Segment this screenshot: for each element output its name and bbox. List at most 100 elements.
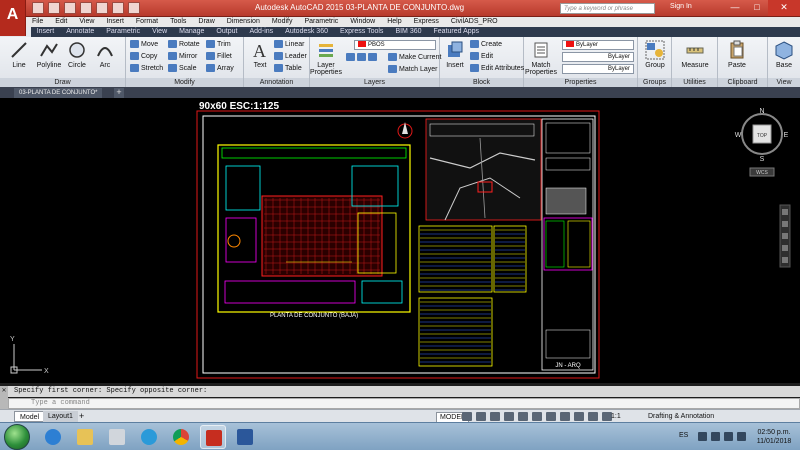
fillet-button[interactable]: Fillet [206, 52, 232, 62]
layer-tools-icons[interactable] [346, 53, 379, 63]
action-center-icon[interactable] [737, 432, 746, 441]
navigation-bar[interactable] [779, 204, 791, 268]
pan-icon[interactable] [782, 221, 788, 227]
minimize-button[interactable]: — [724, 0, 746, 16]
workspace-switcher[interactable]: Drafting & Annotation [648, 412, 714, 421]
language-indicator[interactable]: ES [679, 432, 688, 439]
grid-toggle-icon[interactable] [462, 412, 472, 421]
command-line-close-button[interactable]: ✕ [0, 386, 8, 409]
create-block-button[interactable]: Create [470, 40, 502, 50]
base-view-button[interactable]: Base [769, 40, 799, 69]
rotate-button[interactable]: Rotate [168, 40, 200, 50]
save-as-icon[interactable] [80, 2, 92, 14]
edit-block-button[interactable]: Edit [470, 52, 493, 62]
tab-layout1[interactable]: Layout1 [43, 411, 78, 422]
taskbar-autocad[interactable] [200, 425, 226, 449]
selection-cycling-icon[interactable] [574, 412, 584, 421]
array-button[interactable]: Array [206, 64, 234, 74]
application-menu-button[interactable]: A [0, 0, 26, 36]
network-icon[interactable] [711, 432, 720, 441]
sign-in-button[interactable]: Sign In [670, 3, 692, 10]
lineweight-toggle-icon[interactable] [546, 412, 556, 421]
tab-insert[interactable]: Insert [31, 27, 61, 37]
zoom-extents-icon[interactable] [782, 233, 788, 239]
menu-file[interactable]: File [26, 17, 49, 27]
taskbar-file-explorer[interactable] [72, 425, 98, 449]
match-layer-button[interactable]: Match Layer [388, 65, 438, 75]
menu-civilads[interactable]: CivilADS_PRO [445, 17, 504, 27]
linetype-dropdown[interactable]: ByLayer [562, 52, 634, 62]
tab-output[interactable]: Output [210, 27, 243, 37]
line-button[interactable]: Line [4, 40, 34, 69]
stretch-button[interactable]: Stretch [130, 64, 163, 74]
annotation-scale-dropdown[interactable]: 1:1 [611, 412, 621, 421]
start-button[interactable] [4, 424, 30, 450]
close-button[interactable]: ✕ [768, 0, 800, 16]
redo-icon[interactable] [128, 2, 140, 14]
menu-view[interactable]: View [73, 17, 100, 27]
menu-edit[interactable]: Edit [49, 17, 73, 27]
taskbar-internet-explorer[interactable] [40, 425, 66, 449]
tab-add-ins[interactable]: Add-ins [243, 27, 279, 37]
menu-parametric[interactable]: Parametric [298, 17, 344, 27]
menu-express[interactable]: Express [408, 17, 445, 27]
linear-dimension-button[interactable]: Linear [274, 40, 304, 50]
search-input[interactable]: Type a keyword or phrase [560, 3, 655, 14]
lineweight-dropdown[interactable]: ByLayer [562, 64, 634, 74]
layer-dropdown[interactable]: PBOS [354, 40, 436, 50]
scale-button[interactable]: Scale [168, 64, 197, 74]
copy-button[interactable]: Copy [130, 52, 157, 62]
menu-insert[interactable]: Insert [100, 17, 130, 27]
menu-window[interactable]: Window [344, 17, 381, 27]
layer-properties-button[interactable]: Layer Properties [310, 40, 342, 76]
viewcube-west-label[interactable]: W [735, 132, 742, 139]
tab-featured-apps[interactable]: Featured Apps [428, 27, 486, 37]
tab-manage[interactable]: Manage [173, 27, 210, 37]
menu-dimension[interactable]: Dimension [221, 17, 266, 27]
plot-icon[interactable] [96, 2, 108, 14]
color-dropdown[interactable]: ByLayer [562, 40, 634, 50]
viewcube-top-label[interactable]: TOP [757, 133, 768, 139]
polyline-button[interactable]: Polyline [34, 40, 64, 69]
make-current-button[interactable]: Make Current [388, 53, 441, 63]
volume-icon[interactable] [724, 432, 733, 441]
file-tab-planta-de-conjunto[interactable]: 03-PLANTA DE CONJUNTO* [14, 88, 103, 98]
viewcube[interactable]: TOP N S E W WCS [735, 108, 789, 177]
snap-toggle-icon[interactable] [476, 412, 486, 421]
otrack-toggle-icon[interactable] [532, 412, 542, 421]
trim-button[interactable]: Trim [206, 40, 231, 50]
taskbar-skype[interactable] [136, 425, 162, 449]
table-button[interactable]: Table [274, 64, 302, 74]
new-file-icon[interactable] [32, 2, 44, 14]
viewcube-south-label[interactable]: S [760, 156, 765, 163]
transparency-toggle-icon[interactable] [560, 412, 570, 421]
menu-modify[interactable]: Modify [266, 17, 299, 27]
move-button[interactable]: Move [130, 40, 158, 50]
annotation-visibility-icon[interactable] [588, 412, 598, 421]
tab-view[interactable]: View [146, 27, 173, 37]
measure-button[interactable]: Measure [680, 40, 710, 69]
ortho-toggle-icon[interactable] [490, 412, 500, 421]
leader-button[interactable]: Leader [274, 52, 307, 62]
tab-parametric[interactable]: Parametric [100, 27, 146, 37]
viewcube-east-label[interactable]: E [784, 132, 789, 139]
undo-icon[interactable] [112, 2, 124, 14]
tab-annotate[interactable]: Annotate [60, 27, 100, 37]
mirror-button[interactable]: Mirror [168, 52, 197, 62]
taskbar-media-player[interactable] [104, 425, 130, 449]
steeringwheel-icon[interactable] [782, 209, 788, 215]
insert-block-button[interactable]: Insert [440, 40, 470, 69]
add-layout-button[interactable]: + [74, 411, 89, 422]
osnap-toggle-icon[interactable] [518, 412, 528, 421]
tab-autodesk-360[interactable]: Autodesk 360 [279, 27, 334, 37]
wcs-menu[interactable]: WCS [756, 170, 768, 176]
viewcube-north-label[interactable]: N [759, 108, 764, 115]
menu-format[interactable]: Format [130, 17, 164, 27]
circle-button[interactable]: Circle [62, 40, 92, 69]
group-button[interactable]: Group [640, 40, 670, 69]
match-properties-button[interactable]: Match Properties [524, 40, 558, 76]
orbit-icon[interactable] [782, 245, 788, 251]
taskbar-chrome[interactable] [168, 425, 194, 449]
tab-bim-360[interactable]: BIM 360 [389, 27, 427, 37]
command-input[interactable]: Type a command [8, 398, 800, 409]
